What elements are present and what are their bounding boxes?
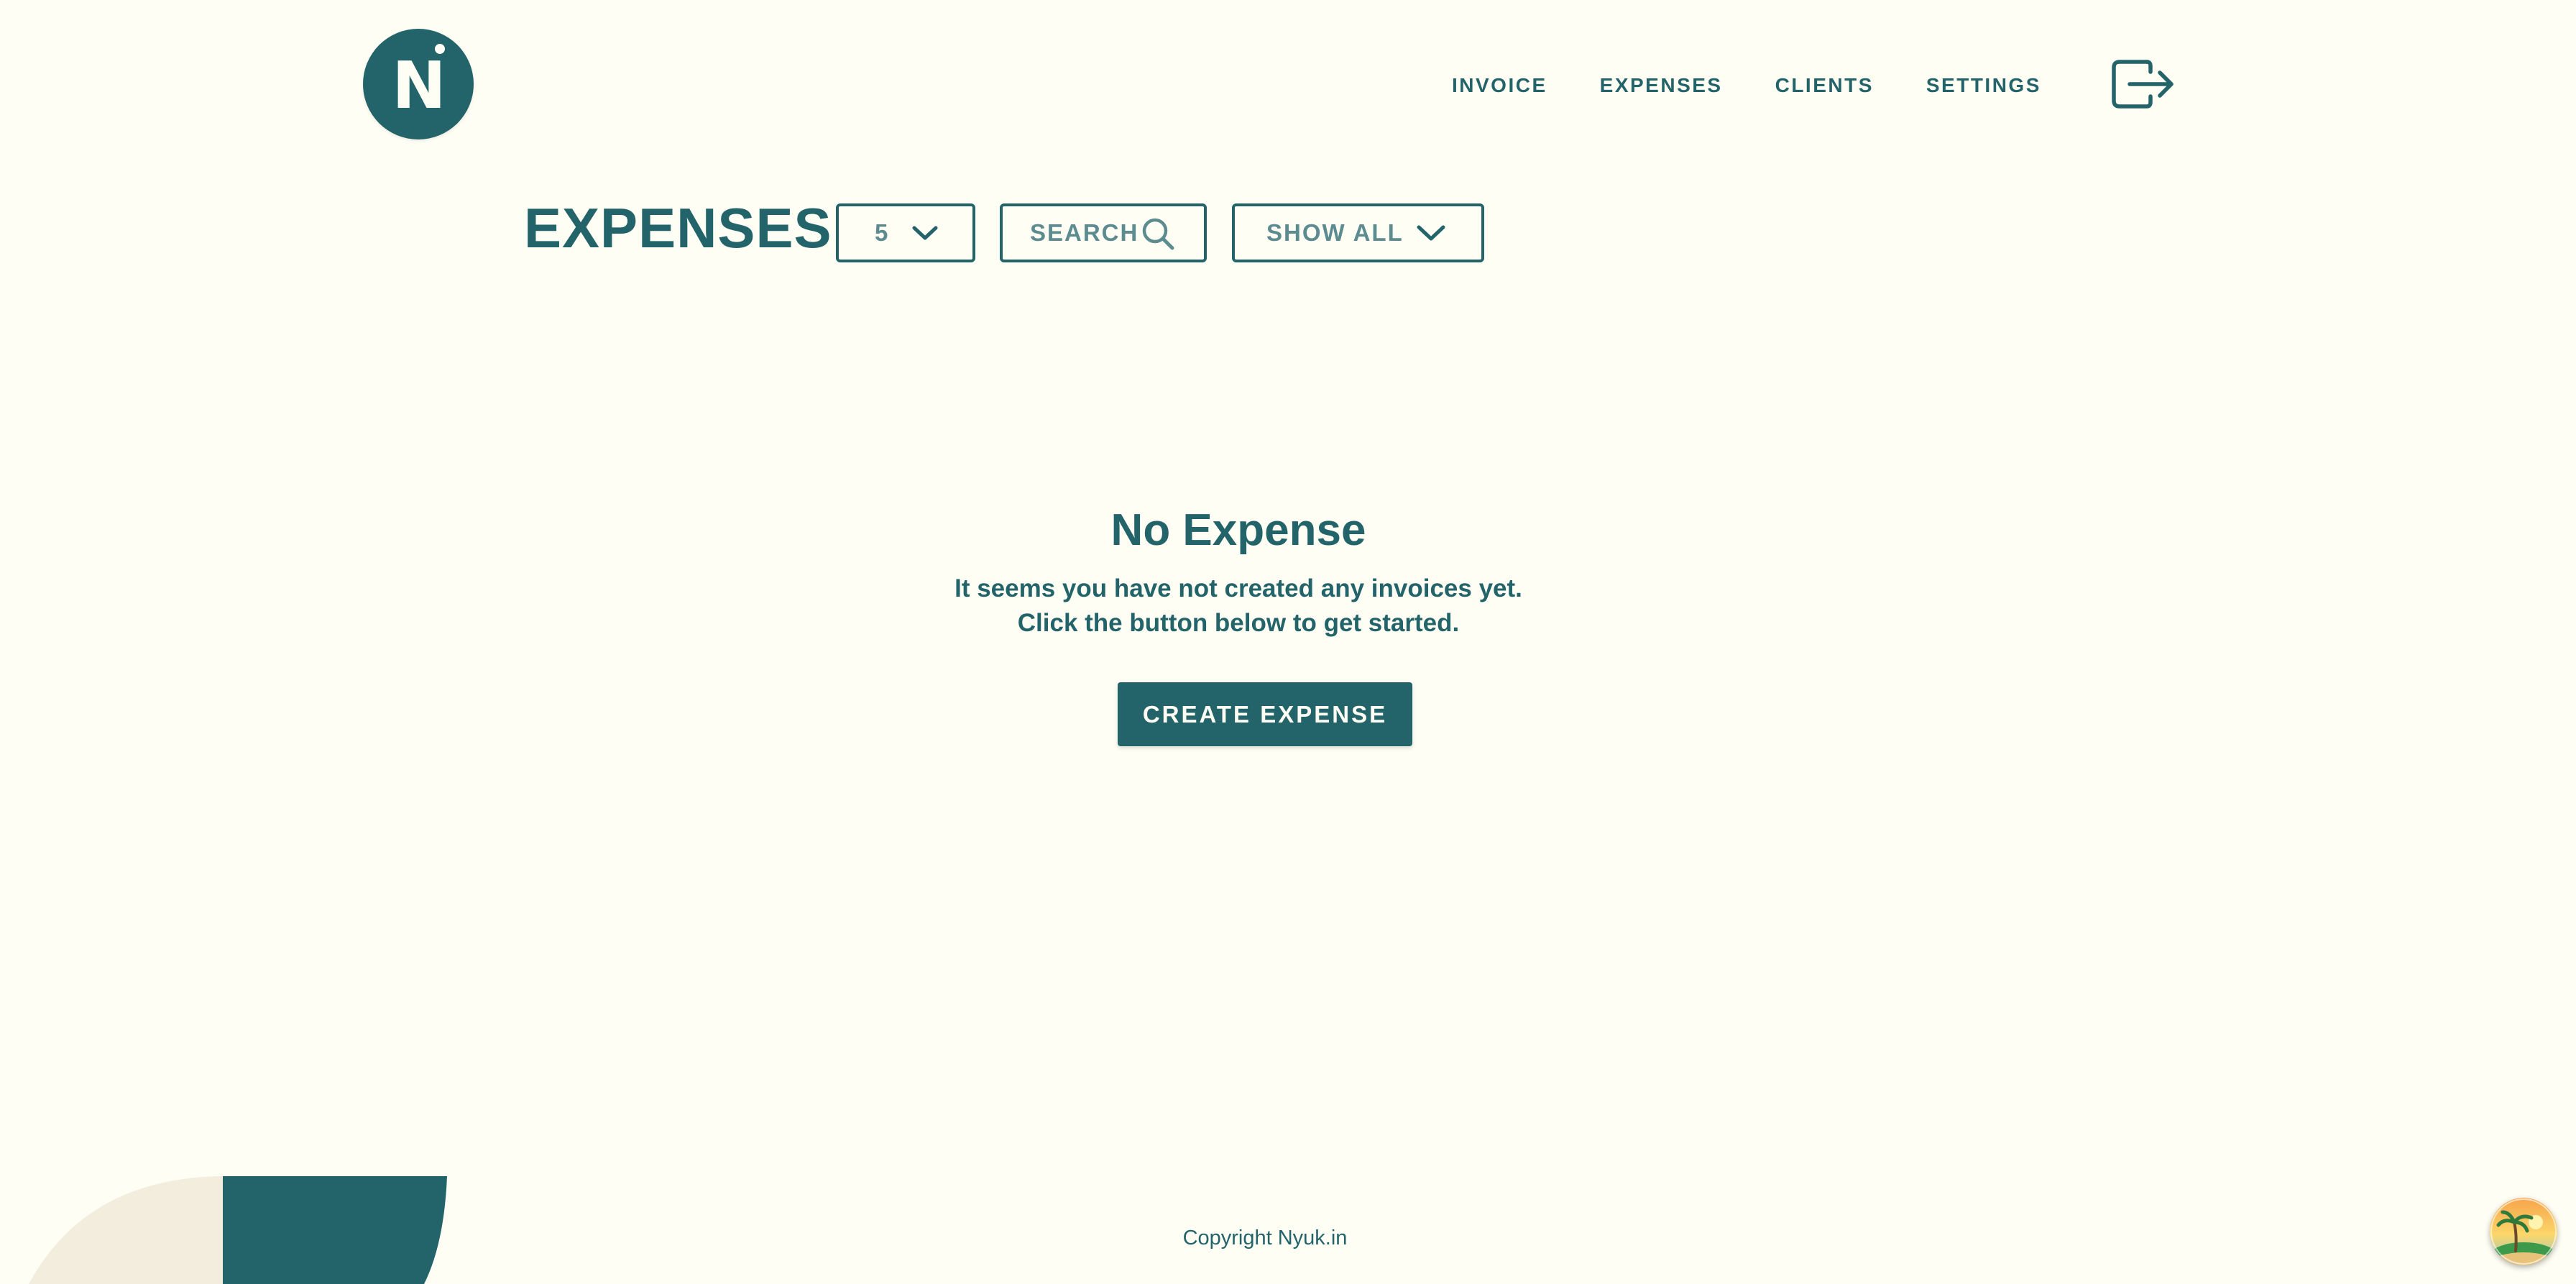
empty-state-hint: Click the button below to get started.	[1017, 609, 1460, 637]
empty-state-title: No Expense	[1110, 505, 1366, 555]
chevron-down-icon	[912, 226, 938, 240]
empty-state-message: It seems you have not created any invoic…	[954, 574, 1522, 602]
filter-select[interactable]: SHOW ALL	[1232, 203, 1484, 262]
per-page-value: 5	[875, 219, 890, 246]
nav-link-settings[interactable]: SETTINGS	[1926, 73, 2041, 98]
create-expense-button[interactable]: CREATE EXPENSE	[1118, 682, 1412, 746]
nav-link-clients[interactable]: CLIENTS	[1775, 73, 1874, 98]
search-box[interactable]: SEARCH	[1000, 203, 1207, 262]
filter-value: SHOW ALL	[1266, 219, 1404, 246]
per-page-select[interactable]: 5	[836, 203, 975, 262]
logo-dot	[434, 44, 445, 54]
nav-link-invoice[interactable]: INVOICE	[1452, 73, 1547, 98]
beach-icon	[2490, 1198, 2557, 1265]
nav-link-expenses[interactable]: EXPENSES	[1600, 73, 1723, 98]
logo-text: N	[392, 48, 446, 124]
logout-button[interactable]	[2110, 58, 2176, 111]
logo-mark: N	[392, 44, 446, 119]
floating-avatar-button[interactable]	[2490, 1198, 2557, 1265]
logo[interactable]: N	[363, 29, 474, 139]
logout-icon	[2112, 60, 2174, 109]
main-nav: INVOICE EXPENSES CLIENTS SETTINGS	[1452, 73, 2041, 98]
search-icon	[1142, 218, 1174, 250]
chevron-down-icon	[1417, 225, 1445, 241]
copyright-text: Copyright Nyuk.in	[1182, 1226, 1348, 1249]
page-title: EXPENSES	[524, 196, 832, 260]
search-label: SEARCH	[1030, 219, 1139, 246]
